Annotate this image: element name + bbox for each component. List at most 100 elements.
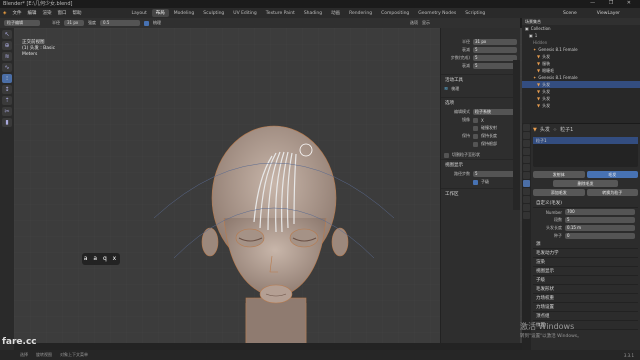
hair-length-field[interactable]: 0.15 m	[565, 225, 635, 231]
outliner-item-selected[interactable]: ▼ 头发	[522, 81, 640, 88]
tab-sculpting[interactable]: Sculpting	[199, 10, 228, 17]
render-tab-icon[interactable]	[523, 132, 530, 139]
menu-file[interactable]: 文件	[12, 10, 21, 16]
tab-uv-editing[interactable]: UV Editing	[229, 10, 260, 17]
outliner-item[interactable]: ▣ Collection	[522, 25, 640, 32]
display-menu[interactable]: 显示	[422, 20, 430, 26]
particle-system-item[interactable]: 粒子1	[533, 137, 638, 144]
preserve-root-checkbox[interactable]	[473, 141, 478, 147]
np-strength-field[interactable]: 5	[473, 63, 517, 69]
outliner-item[interactable]: ▼ 头发	[522, 95, 640, 102]
tab-scripting[interactable]: Scripting	[461, 10, 489, 17]
outliner-item[interactable]: ✦ Genesis 8.1 Female	[522, 74, 640, 81]
material-tab-icon[interactable]	[523, 212, 530, 219]
number-field[interactable]: 700	[565, 209, 635, 215]
active-tool-section[interactable]: 活动工具	[441, 74, 520, 85]
np-falloff-field[interactable]: 5	[473, 47, 517, 53]
options-menu[interactable]: 选项	[410, 20, 418, 26]
puff-tool-icon[interactable]: ⇡	[2, 96, 12, 105]
length-tool-icon[interactable]: ↕	[2, 85, 12, 94]
delete-hair-button[interactable]: 删除毛发	[553, 180, 618, 187]
comb-tool-icon[interactable]: ≋	[2, 52, 12, 61]
menu-window[interactable]: 窗口	[57, 10, 66, 16]
scene-tab-icon[interactable]	[523, 148, 530, 155]
menu-help[interactable]: 帮助	[72, 10, 81, 16]
seed-field[interactable]: 0	[565, 233, 635, 239]
path-steps-field[interactable]: 5	[473, 171, 517, 177]
section-custom[interactable]: 自定义(毛发)	[533, 199, 638, 208]
np-radius-field[interactable]: 31 px	[473, 39, 517, 45]
menu-edit[interactable]: 编辑	[27, 10, 36, 16]
particles-tab-icon[interactable]	[523, 180, 530, 187]
section-viewport-display[interactable]: 视图显示	[533, 267, 638, 276]
weight-tool-icon[interactable]: ▮	[2, 118, 12, 127]
strength-field[interactable]: 0.5	[100, 20, 140, 26]
world-tab-icon[interactable]	[523, 156, 530, 163]
modifier-tab-icon[interactable]	[523, 172, 530, 179]
particle-system-list[interactable]: 粒子1	[533, 137, 638, 167]
window-controls[interactable]: — ❐ ✕	[590, 0, 637, 6]
tab-rendering[interactable]: Rendering	[345, 10, 376, 17]
mode-selector[interactable]: 粒子编辑	[4, 20, 40, 26]
comb-checkbox[interactable]	[144, 20, 149, 26]
workspace-section[interactable]: 工作区	[441, 188, 520, 199]
radius-field[interactable]: 31 px	[64, 20, 84, 26]
outliner-item[interactable]: Hidden	[522, 39, 640, 46]
timeline[interactable]	[14, 343, 522, 350]
tab-modeling[interactable]: Modeling	[170, 10, 198, 17]
section-hair-shape[interactable]: 毛发形状	[533, 285, 638, 294]
physics-tab-icon[interactable]	[523, 188, 530, 195]
output-tab-icon[interactable]	[523, 140, 530, 147]
select-tool-icon[interactable]: ↖	[2, 30, 12, 39]
smooth-tool-icon[interactable]: ∿	[2, 63, 12, 72]
options-section[interactable]: 选项	[441, 97, 520, 108]
blender-logo-icon[interactable]: ◈	[3, 11, 6, 16]
tab-geometry-nodes[interactable]: Geometry Nodes	[414, 10, 460, 17]
outliner-item[interactable]: ▼ 头发	[522, 53, 640, 60]
mesh-icon: ▼	[537, 96, 541, 101]
deflect-checkbox[interactable]	[473, 125, 478, 131]
tab-compositing[interactable]: Compositing	[377, 10, 413, 17]
np-steps-field[interactable]: 5	[473, 55, 517, 61]
tab-shading[interactable]: Shading	[300, 10, 326, 17]
add-hair-button[interactable]: 添加毛发	[533, 189, 585, 196]
cursor-tool-icon[interactable]: ⊕	[2, 41, 12, 50]
cut-tool-icon[interactable]: ✂	[2, 107, 12, 116]
view-layer-selector[interactable]: ViewLayer	[597, 11, 620, 16]
tool-tab-icon[interactable]	[523, 124, 530, 131]
section-field-weights[interactable]: 力场权重	[533, 294, 638, 303]
outliner-item[interactable]: ▼ 头发	[522, 102, 640, 109]
sidebar-tabs[interactable]	[513, 60, 520, 210]
segments-field[interactable]: 5	[565, 217, 635, 223]
section-children[interactable]: 子级	[533, 276, 638, 285]
section-render[interactable]: 渲染	[533, 258, 638, 267]
edit-mode-select[interactable]: 粒子系统	[473, 109, 517, 115]
section-source[interactable]: 源	[533, 240, 638, 249]
constraints-tab-icon[interactable]	[523, 196, 530, 203]
data-tab-icon[interactable]	[523, 204, 530, 211]
tab-hair[interactable]: 毛发	[586, 171, 638, 178]
outliner-item[interactable]: ✦ Genesis 8.1 Female	[522, 46, 640, 53]
outliner-item[interactable]: ▼ 眼睫毛	[522, 67, 640, 74]
cut-checkbox[interactable]	[444, 152, 449, 158]
section-hair-dynamics[interactable]: 毛发动力学	[533, 249, 638, 258]
outliner-item[interactable]: ▼ 服装	[522, 60, 640, 67]
tab-animation[interactable]: 动画	[327, 9, 344, 17]
preserve-length-checkbox[interactable]	[473, 133, 478, 139]
section-force-field[interactable]: 力场设置	[533, 303, 638, 312]
object-tab-icon[interactable]	[523, 164, 530, 171]
add-tool-icon[interactable]: ⫶	[2, 74, 12, 83]
children-checkbox[interactable]	[473, 179, 478, 185]
section-vertex-groups[interactable]: 顶点组	[533, 312, 638, 321]
scene-selector[interactable]: Scene	[563, 11, 577, 16]
tab-emitter[interactable]: 发射体	[533, 171, 585, 178]
mirror-checkbox[interactable]	[473, 117, 478, 123]
tab-layout-en[interactable]: Layout	[127, 10, 150, 17]
outliner-item[interactable]: ▼ 头发	[522, 88, 640, 95]
viewport-display-section[interactable]: 视图显示	[441, 159, 520, 170]
tab-layout[interactable]: 布局	[151, 9, 169, 17]
tab-texture-paint[interactable]: Texture Paint	[262, 10, 299, 17]
menu-render[interactable]: 渲染	[42, 10, 51, 16]
convert-button[interactable]: 转换为粒子	[586, 189, 638, 196]
outliner-item[interactable]: ▣ 1	[522, 32, 640, 39]
